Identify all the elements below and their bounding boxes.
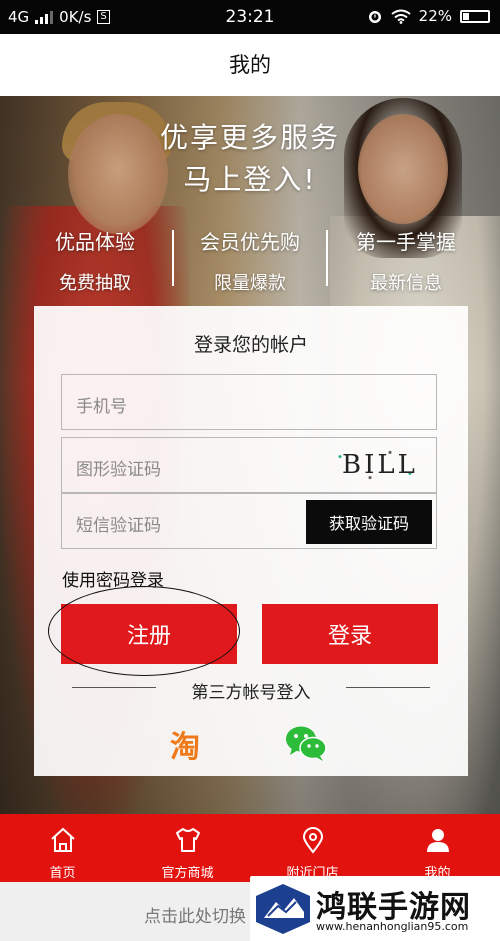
perk-item: 第一手掌握 最新信息	[326, 226, 486, 295]
page-title: 我的	[0, 34, 500, 96]
phone-placeholder: 手机号	[76, 397, 127, 417]
promo-line-2: 马上登入!	[183, 163, 317, 196]
login-title: 登录您的帐户	[193, 334, 308, 356]
login-button[interactable]: 登录	[262, 604, 438, 664]
perk-title: 优品体验	[55, 230, 135, 254]
watermark-logo-icon	[256, 884, 310, 934]
perk-title: 第一手掌握	[356, 230, 456, 254]
home-icon	[50, 827, 75, 852]
captcha-field[interactable]: 图形验证码 BILL	[61, 437, 437, 493]
divider-line	[346, 687, 430, 688]
highlight-circle	[48, 586, 240, 676]
sms-placeholder: 短信验证码	[76, 516, 161, 536]
user-icon	[426, 829, 449, 852]
taobao-icon[interactable]: 淘	[170, 722, 200, 766]
alarm-icon	[368, 11, 381, 23]
switch-footer-text: 点击此处切换	[144, 907, 246, 927]
perk-divider	[172, 230, 174, 286]
nav-item-home[interactable]: 首页	[0, 814, 125, 882]
wifi-icon	[391, 9, 411, 24]
login-card: 登录您的帐户 手机号 图形验证码 BILL 短信验证码 获取验证码 使用密码登录…	[34, 306, 468, 776]
perk-item: 会员优先购 限量爆款	[170, 226, 330, 295]
wechat-icon[interactable]	[284, 724, 328, 762]
shirt-icon	[175, 828, 200, 852]
location-pin-icon	[302, 827, 323, 854]
perk-subtitle: 限量爆款	[214, 273, 286, 294]
perk-subtitle: 免费抽取	[59, 273, 131, 294]
battery-percent: 22%	[418, 7, 452, 25]
perk-subtitle: 最新信息	[370, 273, 442, 294]
nav-label: 官方商城	[161, 866, 214, 881]
nav-item-nearby[interactable]: 附近门店	[250, 814, 375, 882]
battery-icon	[460, 9, 490, 23]
perk-item: 优品体验 免费抽取	[15, 226, 175, 295]
nav-label: 首页	[49, 866, 76, 881]
captcha-image[interactable]: BILL	[330, 444, 430, 486]
perk-divider	[326, 230, 328, 286]
watermark: 鸿联手游网 www.henanhonglian95.com	[250, 876, 500, 941]
nav-item-store[interactable]: 官方商城	[125, 814, 250, 882]
promo-line-1: 优享更多服务	[159, 121, 340, 154]
status-bar: 4G 0K/s S 23:21 22%	[0, 0, 500, 34]
captcha-placeholder: 图形验证码	[76, 460, 161, 480]
sms-code-field[interactable]: 短信验证码 获取验证码	[61, 493, 437, 549]
third-party-label: 第三方帐号登入	[191, 683, 311, 703]
phone-field[interactable]: 手机号	[61, 374, 437, 430]
nav-item-mine[interactable]: 我的	[375, 814, 500, 882]
get-code-button[interactable]: 获取验证码	[306, 500, 432, 544]
perk-title: 会员优先购	[200, 230, 300, 254]
bottom-nav: 首页 官方商城 附近门店 我的	[0, 814, 500, 882]
watermark-url: www.henanhonglian95.com	[316, 920, 469, 933]
